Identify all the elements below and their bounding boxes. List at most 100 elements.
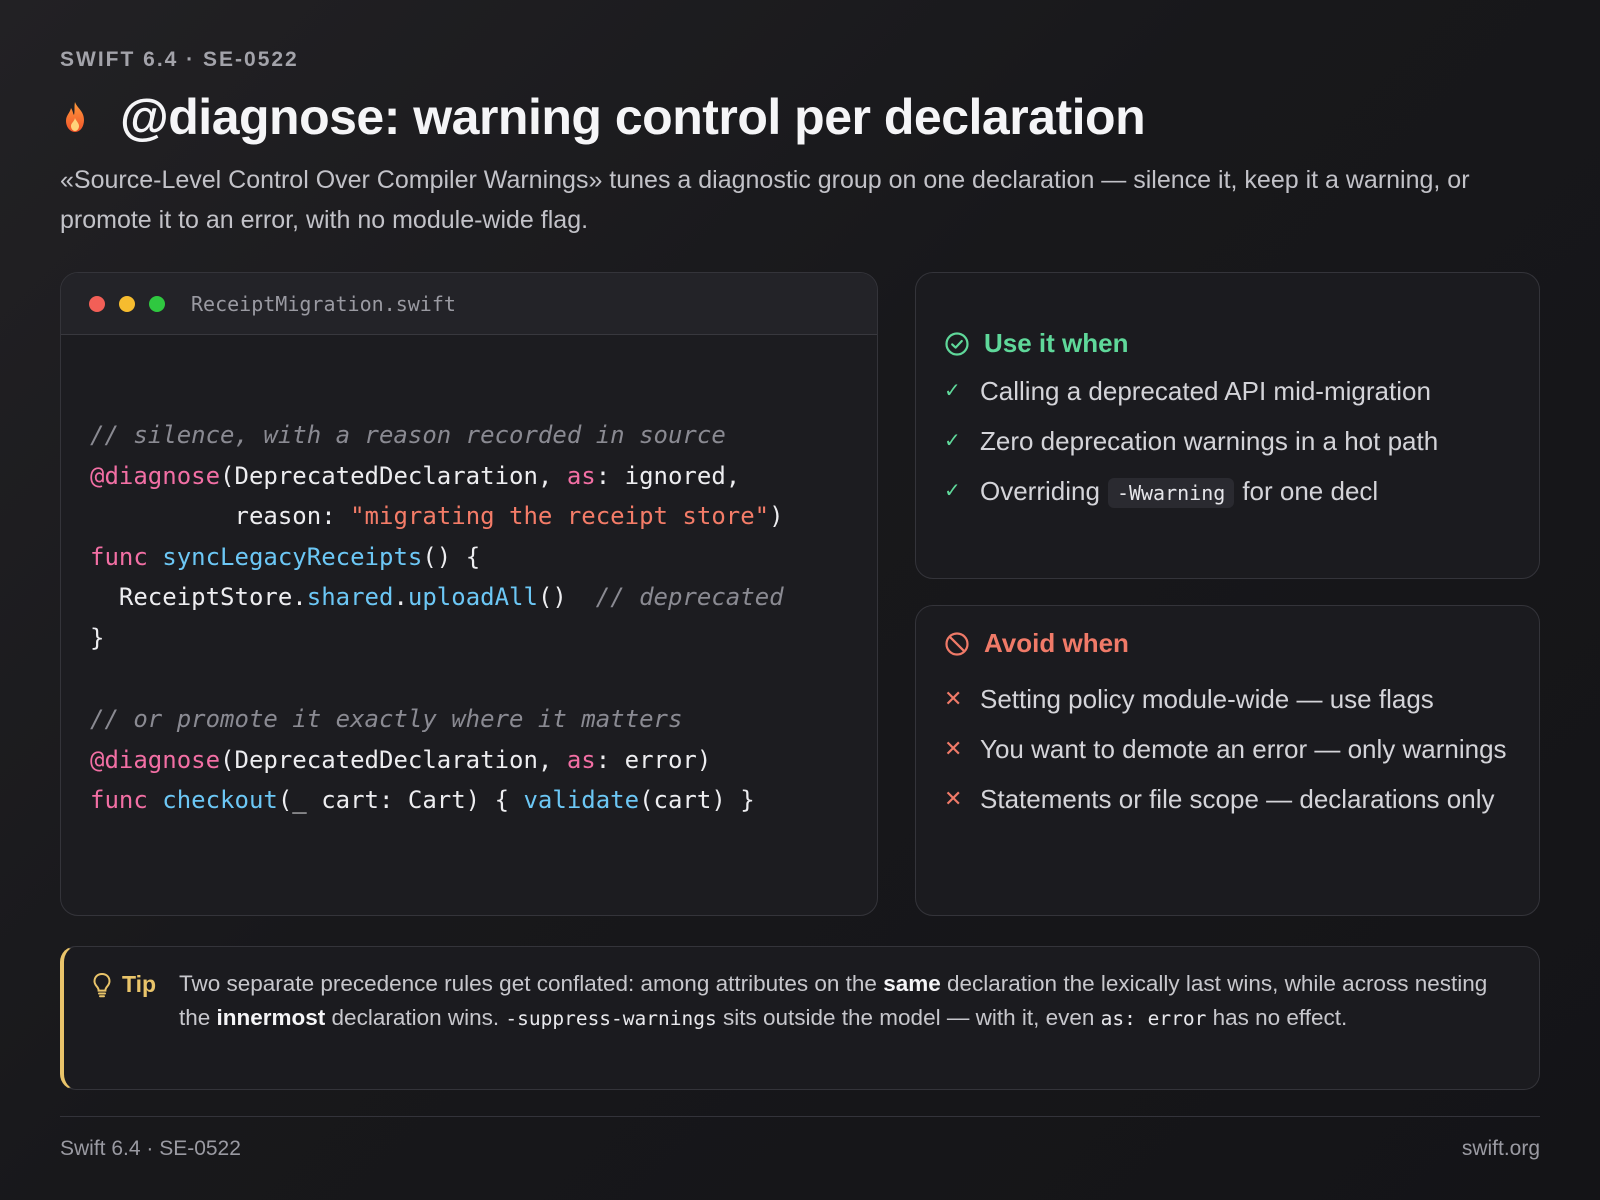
flame-icon bbox=[66, 102, 84, 132]
tip-inline-code: as: error bbox=[1100, 1007, 1207, 1030]
use-it-when-panel: Use it when ✓ Calling a deprecated API mi… bbox=[915, 272, 1540, 579]
tip-emphasis: innermost bbox=[216, 1005, 326, 1030]
tip-fragment: has no effect. bbox=[1206, 1005, 1348, 1030]
minimize-dot-icon bbox=[119, 295, 135, 312]
lightbulb-icon bbox=[93, 972, 111, 997]
tip-inline-code: -suppress-warnings bbox=[505, 1007, 717, 1030]
code-token: func bbox=[90, 542, 163, 571]
code-token: uploadAll bbox=[407, 583, 538, 612]
text-fragment: Overriding bbox=[980, 476, 1100, 506]
code-token: as bbox=[566, 745, 596, 774]
code-token: ) bbox=[769, 502, 784, 531]
eyebrow: SWIFT 6.4 · SE-0522 bbox=[60, 48, 299, 71]
code-token: syncLegacyReceipts bbox=[162, 542, 423, 571]
code-line: @diagnose(DeprecatedDeclaration, as: err… bbox=[90, 740, 784, 781]
code-token: : ignored, bbox=[595, 461, 741, 490]
check-circle-icon bbox=[945, 331, 969, 356]
code-token: @diagnose bbox=[90, 461, 221, 490]
code-token: checkout bbox=[162, 786, 278, 815]
list-item-text: Overriding -Wwarning for one decl bbox=[980, 473, 1378, 511]
tip-callout: Tip Two separate precedence rules get co… bbox=[60, 946, 1540, 1090]
list-item: ✕ Statements or file scope — declarations… bbox=[944, 781, 1514, 817]
slide: SWIFT 6.4 · SE-0522 @diagnose: warning c… bbox=[60, 0, 1540, 1200]
zoom-dot-icon bbox=[149, 295, 165, 312]
prohibited-icon bbox=[945, 631, 969, 656]
code-line: func syncLegacyReceipts() { bbox=[90, 537, 784, 578]
code-line: reason: "migrating the receipt store") bbox=[90, 496, 784, 537]
list-item-text: Statements or file scope — declarations … bbox=[980, 781, 1494, 817]
check-icon: ✓ bbox=[944, 430, 961, 452]
code-token: : error) bbox=[595, 745, 712, 774]
text-fragment: Calling a deprecated API mid-migration bbox=[980, 376, 1431, 406]
text-fragment: You want to demote an error — only warni… bbox=[980, 734, 1507, 764]
list-item: ✓ Zero deprecation warnings in a hot path bbox=[944, 423, 1514, 459]
page-subtitle: «Source-Level Control Over Compiler Warn… bbox=[60, 166, 1470, 234]
tip-fragment: declaration wins. bbox=[325, 1005, 506, 1030]
list-item-text: Calling a deprecated API mid-migration bbox=[980, 373, 1431, 409]
code-token: (DeprecatedDeclaration, bbox=[220, 461, 567, 490]
code-window-titlebar: ReceiptMigration.swift bbox=[61, 273, 877, 335]
code-token: shared bbox=[306, 583, 394, 612]
code-token: // deprecated bbox=[595, 583, 784, 612]
code-token: // or promote it exactly where it matter… bbox=[90, 705, 683, 734]
inline-code: -Wwarning bbox=[1107, 478, 1235, 508]
code-line: ReceiptStore.shared.uploadAll() // depre… bbox=[90, 577, 784, 618]
x-icon: ✕ bbox=[944, 786, 963, 811]
tip-label: Tip bbox=[122, 971, 157, 997]
text-fragment: for one decl bbox=[1242, 476, 1379, 506]
code-token: } bbox=[90, 623, 105, 652]
code-token: (cart) } bbox=[639, 786, 755, 815]
code-token: validate bbox=[523, 786, 640, 815]
tip-heading: Tip bbox=[92, 971, 156, 998]
code-token: reason: bbox=[90, 502, 351, 531]
tip-fragment: Two separate precedence rules get confla… bbox=[179, 971, 884, 996]
list-item-text: You want to demote an error — only warni… bbox=[980, 731, 1507, 767]
x-icon: ✕ bbox=[944, 736, 963, 761]
list-item: ✕ You want to demote an error — only warn… bbox=[944, 731, 1514, 767]
code-token: (DeprecatedDeclaration, bbox=[220, 745, 567, 774]
code-token: . bbox=[393, 583, 408, 612]
list-item: ✓ Overriding -Wwarning for one decl bbox=[944, 473, 1514, 511]
tip-text: Two separate precedence rules get confla… bbox=[179, 967, 1524, 1036]
code-token: as bbox=[566, 461, 596, 490]
code-line: func checkout(_ cart: Cart) { validate(c… bbox=[90, 780, 784, 821]
text-fragment: Statements or file scope — declarations … bbox=[980, 784, 1495, 814]
code-token: @diagnose bbox=[90, 745, 221, 774]
code-token: () bbox=[537, 583, 596, 612]
list-item-text: Setting policy module-wide — use flags bbox=[980, 681, 1434, 717]
code-token: ReceiptStore. bbox=[90, 583, 307, 612]
code-line: } bbox=[90, 618, 784, 659]
avoid-panel-heading: Avoid when bbox=[944, 628, 1129, 659]
list-item: ✓ Calling a deprecated API mid-migration bbox=[944, 373, 1514, 409]
tip-emphasis: same bbox=[883, 971, 941, 996]
text-fragment: Setting policy module-wide — use flags bbox=[980, 684, 1434, 714]
title-row: @diagnose: warning control per declarati… bbox=[60, 86, 1146, 148]
x-icon: ✕ bbox=[944, 686, 963, 711]
use-list: ✓ Calling a deprecated API mid-migration ✓… bbox=[944, 373, 1514, 525]
use-panel-title: Use it when bbox=[984, 328, 1129, 358]
code-token: func bbox=[90, 786, 163, 815]
code-window: ReceiptMigration.swift // silence, with … bbox=[60, 272, 878, 916]
footer-link[interactable]: swift.org bbox=[1462, 1137, 1540, 1161]
code-token: // silence, with a reason recorded in so… bbox=[90, 421, 726, 449]
text-fragment: Zero deprecation warnings in a hot path bbox=[980, 426, 1439, 456]
footer-divider bbox=[60, 1116, 1540, 1117]
page-title: @diagnose: warning control per declarati… bbox=[120, 89, 1146, 145]
code-line: @diagnose(DeprecatedDeclaration, as: ign… bbox=[90, 456, 784, 497]
code-line: // or promote it exactly where it matter… bbox=[90, 699, 784, 740]
close-dot-icon bbox=[89, 295, 105, 312]
code-token: (_ cart: Cart) { bbox=[277, 786, 524, 815]
code-filename: ReceiptMigration.swift bbox=[191, 291, 456, 316]
code-token: "migrating the receipt store" bbox=[350, 502, 770, 531]
avoid-panel-title: Avoid when bbox=[984, 628, 1129, 658]
check-icon: ✓ bbox=[944, 480, 961, 502]
avoid-when-panel: Avoid when ✕ Setting policy module-wide —… bbox=[915, 605, 1540, 916]
list-item: ✕ Setting policy module-wide — use flags bbox=[944, 681, 1514, 717]
check-icon: ✓ bbox=[944, 380, 961, 402]
code-line: // silence, with a reason recorded in so… bbox=[90, 415, 784, 456]
footer-left: Swift 6.4 · SE-0522 bbox=[60, 1137, 241, 1160]
code-block: // silence, with a reason recorded in so… bbox=[90, 415, 784, 821]
list-item-text: Zero deprecation warnings in a hot path bbox=[980, 423, 1438, 459]
code-token: () { bbox=[422, 542, 481, 571]
